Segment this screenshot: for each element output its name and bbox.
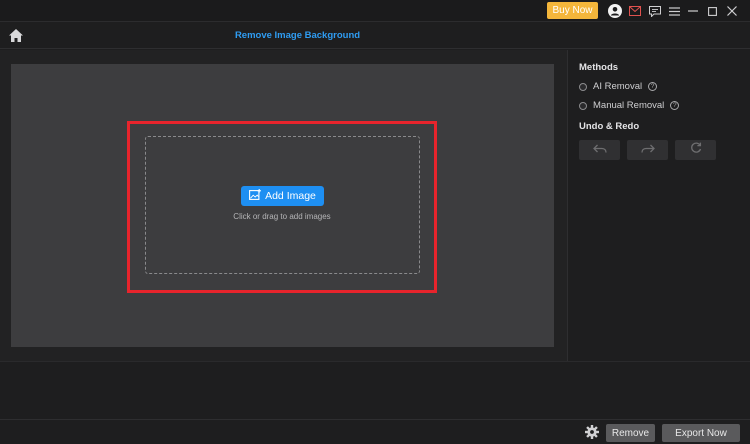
undo-button[interactable] [579,140,620,160]
help-icon[interactable]: ? [648,82,658,91]
reset-button[interactable] [675,140,716,160]
mail-icon[interactable] [627,3,643,19]
maximize-icon[interactable] [704,3,720,19]
radio-button[interactable] [579,82,587,91]
page-title: Remove Image Background [234,30,361,41]
method-label: Manual Removal [593,100,665,111]
add-image-icon [249,189,262,203]
method-manual-removal[interactable]: Manual Removal ? [579,100,680,111]
title-bar: Buy Now [0,0,750,22]
undo-redo-title: Undo & Redo [579,121,640,132]
export-now-button[interactable]: Export Now [662,424,740,442]
add-image-label: Add Image [265,190,316,202]
redo-icon [640,141,655,159]
minimize-icon[interactable] [685,3,701,19]
menu-icon[interactable] [666,3,682,19]
feedback-icon[interactable] [647,3,663,19]
home-icon[interactable] [8,28,24,43]
dropzone-hint: Click or drag to add images [233,212,331,221]
method-ai-removal[interactable]: AI Removal ? [579,81,658,92]
help-icon[interactable]: ? [670,101,680,110]
buy-now-button[interactable]: Buy Now [547,2,598,19]
undo-icon [592,141,607,159]
redo-button[interactable] [627,140,668,160]
methods-title: Methods [579,62,619,73]
reset-icon [690,141,702,159]
remove-button[interactable]: Remove [606,424,655,442]
footer-bar: Remove Export Now [0,419,750,443]
app-header: Remove Image Background [0,22,750,49]
gear-icon[interactable] [585,425,599,439]
thumbnail-strip [0,361,750,419]
method-label: AI Removal [593,81,643,92]
add-image-button[interactable]: Add Image [241,186,324,206]
radio-button[interactable] [579,101,587,110]
right-panel: Methods AI Removal ? Manual Removal ? Un… [567,50,750,361]
close-icon[interactable] [724,3,740,19]
account-icon[interactable] [607,3,623,19]
